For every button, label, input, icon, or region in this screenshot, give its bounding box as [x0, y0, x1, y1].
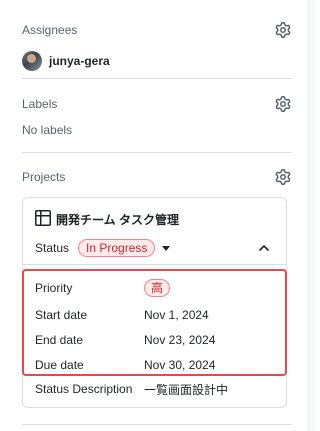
- scrollbar[interactable]: [308, 0, 315, 431]
- assignees-title: Assignees: [22, 23, 78, 37]
- status-badge[interactable]: In Progress: [78, 239, 156, 257]
- chevron-up-icon[interactable]: [254, 238, 274, 258]
- field-label: Due date: [35, 358, 84, 372]
- field-label: End date: [35, 333, 84, 347]
- field-value[interactable]: Nov 1, 2024: [144, 308, 209, 322]
- avatar: [22, 51, 42, 71]
- field-label: Status Description: [35, 382, 133, 396]
- project-card: 開発チーム タスク管理 Status In Progress Priority …: [22, 197, 287, 408]
- status-label: Status: [35, 241, 70, 255]
- field-row-end-date[interactable]: End date Nov 23, 2024: [35, 330, 276, 350]
- field-value[interactable]: 一覧画面設計中: [144, 381, 228, 398]
- no-labels-text: No labels: [22, 123, 73, 137]
- assignees-section: Assignees junya-gera: [22, 20, 292, 71]
- priority-badge[interactable]: 高: [144, 279, 171, 297]
- field-row-status-description[interactable]: Status Description 一覧画面設計中: [35, 379, 276, 399]
- projects-title: Projects: [22, 170, 66, 184]
- issue-sidebar: Assignees junya-gera Labels No labels Pr…: [0, 0, 308, 431]
- field-row-start-date[interactable]: Start date Nov 1, 2024: [35, 305, 276, 325]
- projects-section: Projects: [22, 167, 292, 187]
- assignees-gear-icon[interactable]: [274, 21, 292, 39]
- projects-gear-icon[interactable]: [274, 168, 292, 186]
- project-name-link[interactable]: 開発チーム タスク管理: [56, 211, 179, 228]
- field-row-due-date[interactable]: Due date Nov 30, 2024: [35, 355, 276, 375]
- labels-section: Labels No labels: [22, 94, 292, 137]
- assignee-item[interactable]: junya-gera: [22, 51, 292, 71]
- assignee-name[interactable]: junya-gera: [49, 54, 110, 68]
- labels-gear-icon[interactable]: [274, 95, 292, 113]
- field-label: Priority: [35, 281, 73, 295]
- field-row-priority[interactable]: Priority 高: [35, 278, 276, 298]
- labels-title: Labels: [22, 97, 58, 111]
- divider: [22, 78, 292, 79]
- field-value[interactable]: Nov 30, 2024: [144, 358, 215, 372]
- divider: [22, 152, 292, 153]
- divider: [23, 264, 286, 265]
- triangle-down-icon[interactable]: [162, 245, 171, 251]
- table-icon: [35, 210, 56, 229]
- divider: [22, 424, 292, 425]
- field-label: Start date: [35, 308, 88, 322]
- field-value[interactable]: Nov 23, 2024: [144, 333, 215, 347]
